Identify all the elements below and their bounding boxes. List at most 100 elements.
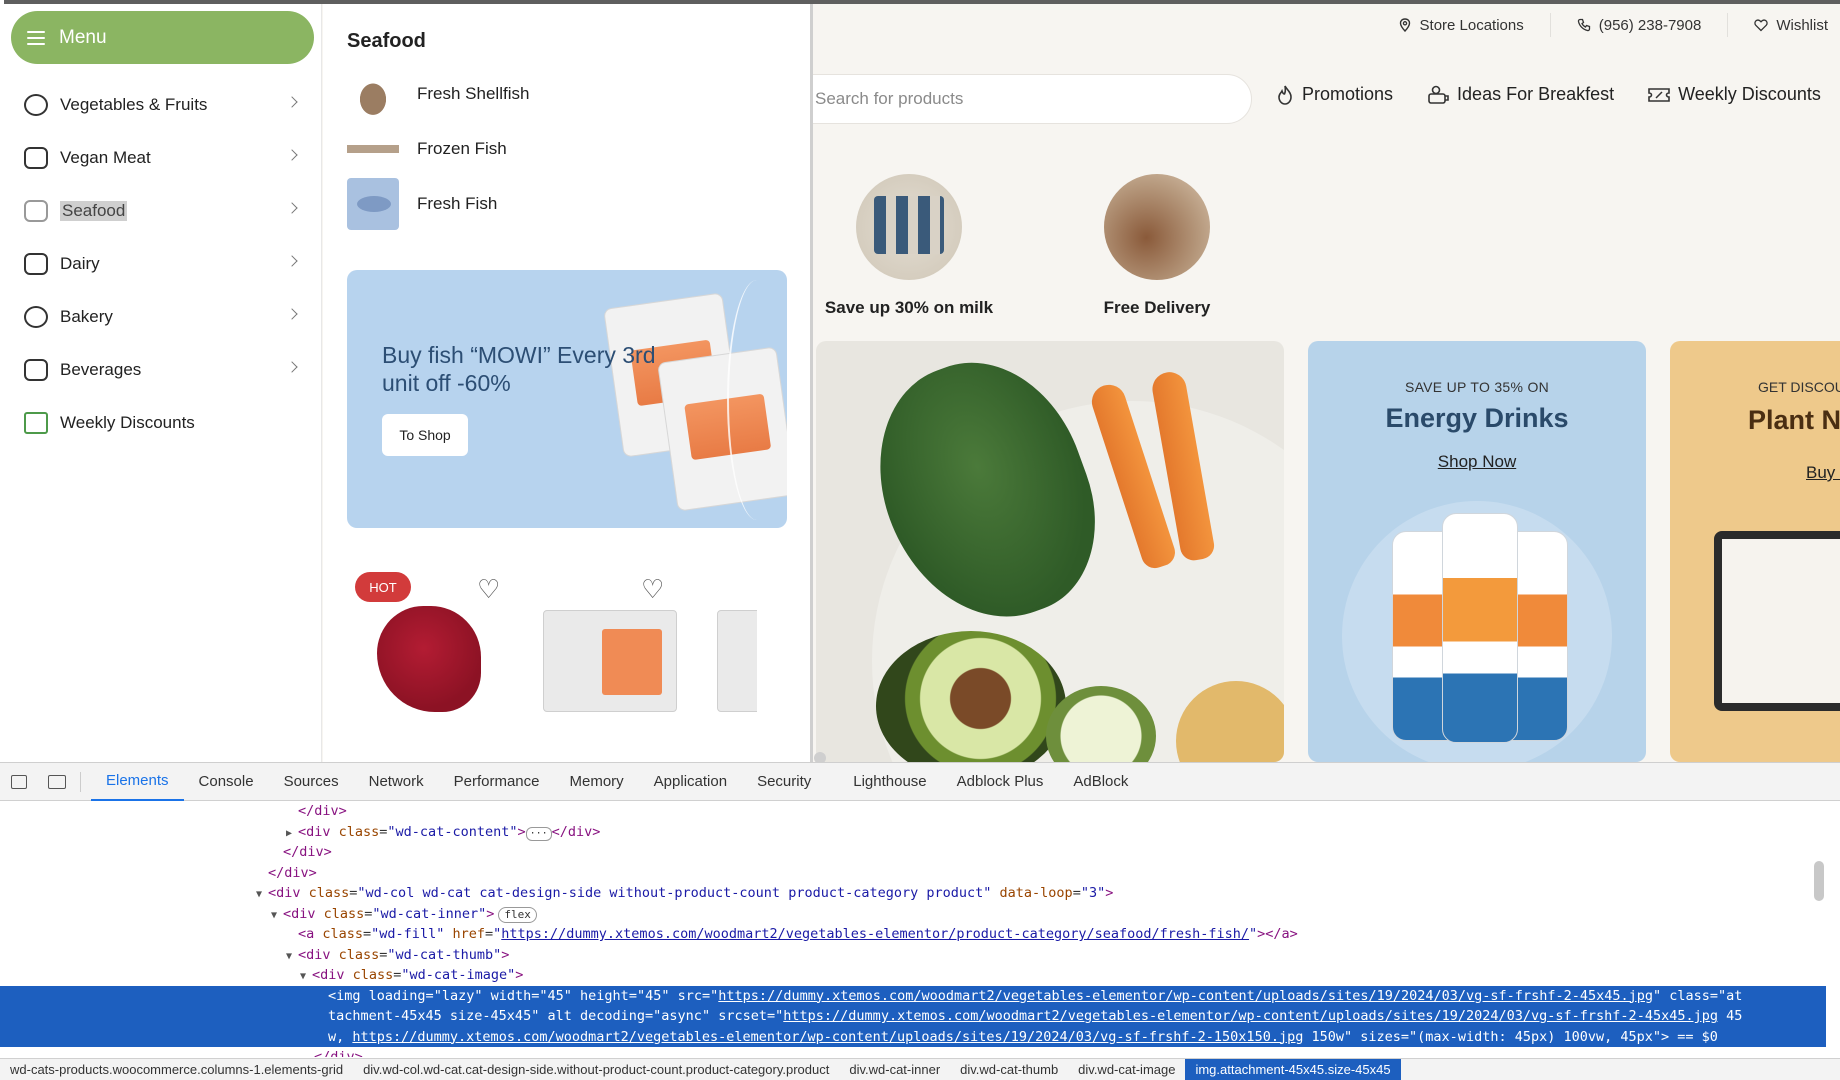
tab-adblock[interactable]: AdBlock	[1058, 763, 1143, 801]
ticket-icon	[1648, 87, 1670, 102]
breadcrumb-item[interactable]: div.wd-cat-image	[1068, 1062, 1185, 1077]
submenu-item-fresh-shellfish[interactable]: Fresh Shellfish	[347, 68, 529, 120]
breadcrumb-item[interactable]: div.wd-cat-thumb	[950, 1062, 1068, 1077]
breadcrumb-item[interactable]: wd-cats-products.woocommerce.columns-1.e…	[0, 1062, 353, 1077]
category-label: Beverages	[60, 359, 142, 379]
category-label: Vegan Meat	[60, 147, 151, 167]
dom-line[interactable]: ▼ <div class="wd-cat-thumb">	[0, 945, 1826, 966]
tab-adblock-plus[interactable]: Adblock Plus	[942, 763, 1059, 801]
seafood-icon	[24, 199, 48, 222]
category-seafood[interactable]: Seafood	[4, 184, 322, 237]
category-vegan-meat[interactable]: Vegan Meat	[4, 131, 322, 184]
vegan-meat-icon	[24, 146, 48, 169]
product-card[interactable]: HOT	[347, 572, 500, 712]
tab-network[interactable]: Network	[354, 763, 439, 801]
delivery-feature-image[interactable]	[1104, 174, 1210, 280]
category-beverages[interactable]: Beverages	[4, 343, 322, 396]
chevron-right-icon	[286, 255, 298, 267]
hamburger-icon	[27, 30, 45, 45]
tab-console[interactable]: Console	[184, 763, 269, 801]
product-card[interactable]	[527, 572, 677, 712]
wishlist-link[interactable]: Wishlist	[1727, 13, 1840, 37]
milk-feature-label[interactable]: Save up 30% on milk	[799, 298, 1019, 318]
chevron-right-icon	[286, 96, 298, 108]
to-shop-button[interactable]: To Shop	[382, 414, 468, 456]
product-card[interactable]	[707, 572, 757, 712]
top-bar: Store Locations (956) 238-7908 Wishlist	[816, 10, 1840, 40]
dom-line[interactable]: </div>	[0, 1047, 1826, 1057]
plant-product-box-image	[1714, 531, 1840, 711]
tab-security[interactable]: Security	[742, 763, 826, 801]
hot-badge: HOT	[355, 572, 411, 602]
inspect-element-icon[interactable]	[0, 763, 38, 801]
store-locations-label: Store Locations	[1419, 16, 1524, 34]
category-label: Bakery	[60, 306, 113, 326]
phone-number: (956) 238-7908	[1598, 16, 1702, 34]
browser-page: Store Locations (956) 238-7908 Wishlist …	[0, 0, 1840, 1080]
nav-promotions-label: Promotions	[1302, 84, 1394, 104]
breadcrumb-item-active[interactable]: img.attachment-45x45.size-45x45	[1185, 1059, 1401, 1080]
search-input[interactable]: Search for products	[784, 74, 1252, 124]
category-weekly-discounts[interactable]: Weekly Discounts	[4, 396, 322, 449]
dom-line[interactable]: </div>	[0, 863, 1826, 884]
chevron-right-icon	[286, 149, 298, 161]
breadcrumb-item[interactable]: div.wd-col.wd-cat.cat-design-side.withou…	[353, 1062, 839, 1077]
elements-scrollbar[interactable]	[1814, 861, 1824, 901]
tab-performance[interactable]: Performance	[439, 763, 555, 801]
devtools-panel: Elements Console Sources Network Perform…	[0, 762, 1840, 1080]
tab-memory[interactable]: Memory	[555, 763, 639, 801]
dom-line[interactable]: </div>	[0, 842, 1826, 863]
delivery-feature-label[interactable]: Free Delivery	[1047, 298, 1267, 318]
category-label: Dairy	[60, 253, 100, 273]
vegetables-banner[interactable]	[816, 341, 1284, 762]
energy-drinks-banner[interactable]: SAVE UP TO 35% ON Energy Drinks Shop Now	[1308, 341, 1646, 762]
plant-nuggets-banner[interactable]: GET DISCOU Plant Nu Buy N	[1670, 341, 1840, 762]
nav-weekly-discounts[interactable]: Weekly Discounts	[1648, 84, 1821, 105]
tuna-product-image[interactable]	[377, 606, 481, 712]
selected-dom-line[interactable]: w, https://dummy.xtemos.com/woodmart2/ve…	[0, 1026, 1826, 1047]
nav-breakfast[interactable]: Ideas For Breakfest	[1427, 84, 1614, 105]
plant-buy-now-link[interactable]: Buy N	[1806, 463, 1840, 483]
wishlist-heart-icon[interactable]	[641, 574, 664, 605]
milk-feature-image[interactable]	[856, 174, 962, 280]
bakery-icon	[24, 305, 48, 328]
dom-line[interactable]: ▼ <div class="wd-cat-image">	[0, 965, 1826, 986]
tab-lighthouse[interactable]: Lighthouse	[838, 763, 941, 801]
nav-promotions[interactable]: Promotions	[1276, 84, 1393, 105]
tab-sources[interactable]: Sources	[269, 763, 354, 801]
breadcrumb-item[interactable]: div.wd-cat-inner	[839, 1062, 950, 1077]
frozen-fish-thumbnail	[347, 123, 399, 175]
selected-dom-line[interactable]: tachment-45x45 size-45x45" alt decoding=…	[0, 1006, 1826, 1027]
menu-button[interactable]: Menu	[11, 11, 314, 64]
chevron-right-icon	[286, 361, 298, 373]
tab-elements[interactable]: Elements	[91, 762, 184, 801]
category-vegetables-fruits[interactable]: Vegetables & Fruits	[4, 78, 322, 131]
dom-breadcrumbs: wd-cats-products.woocommerce.columns-1.e…	[0, 1058, 1840, 1080]
decorative-curve	[727, 280, 787, 520]
dom-line[interactable]: ▼ <div class="wd-col wd-cat cat-design-si…	[0, 883, 1826, 904]
store-locations-link[interactable]: Store Locations	[1372, 13, 1550, 37]
salmon-product-image[interactable]	[717, 610, 757, 712]
submenu-item-label: Frozen Fish	[417, 139, 507, 158]
dom-line[interactable]: ▼ <div class="wd-cat-inner"> flex	[0, 904, 1826, 925]
plant-banner-title: Plant Nu	[1748, 405, 1840, 435]
elements-tree[interactable]: </div> ▶ <div class="wd-cat-content"> ··· <…	[0, 801, 1826, 1057]
energy-banner-subtitle: SAVE UP TO 35% ON	[1404, 379, 1550, 395]
dom-line[interactable]: ▶ <div class="wd-cat-content"> ··· </div>	[0, 822, 1826, 843]
wishlist-heart-icon[interactable]	[477, 574, 500, 605]
dom-line[interactable]: </div>	[0, 801, 1826, 822]
dom-line[interactable]: <a class="wd-fill" href="https://dummy.x…	[0, 924, 1826, 945]
phone-link[interactable]: (956) 238-7908	[1549, 13, 1728, 37]
category-bakery[interactable]: Bakery	[4, 290, 322, 343]
selected-dom-line[interactable]: <img loading="lazy" width="45" height="4…	[0, 985, 1826, 1006]
submenu-item-frozen-fish[interactable]: Frozen Fish	[347, 123, 507, 175]
energy-shop-now-link[interactable]: Shop Now	[1438, 452, 1516, 472]
tab-application[interactable]: Application	[639, 763, 742, 801]
flame-icon	[1278, 85, 1292, 105]
fresh-fish-thumbnail	[347, 178, 399, 230]
salmon-product-image[interactable]	[543, 610, 677, 712]
category-dairy[interactable]: Dairy	[4, 237, 322, 290]
mowi-promo-banner[interactable]: Buy fish “MOWI” Every 3rd unit off -60% …	[347, 270, 787, 528]
submenu-item-fresh-fish[interactable]: Fresh Fish	[347, 178, 497, 230]
device-toolbar-icon[interactable]	[38, 763, 76, 801]
